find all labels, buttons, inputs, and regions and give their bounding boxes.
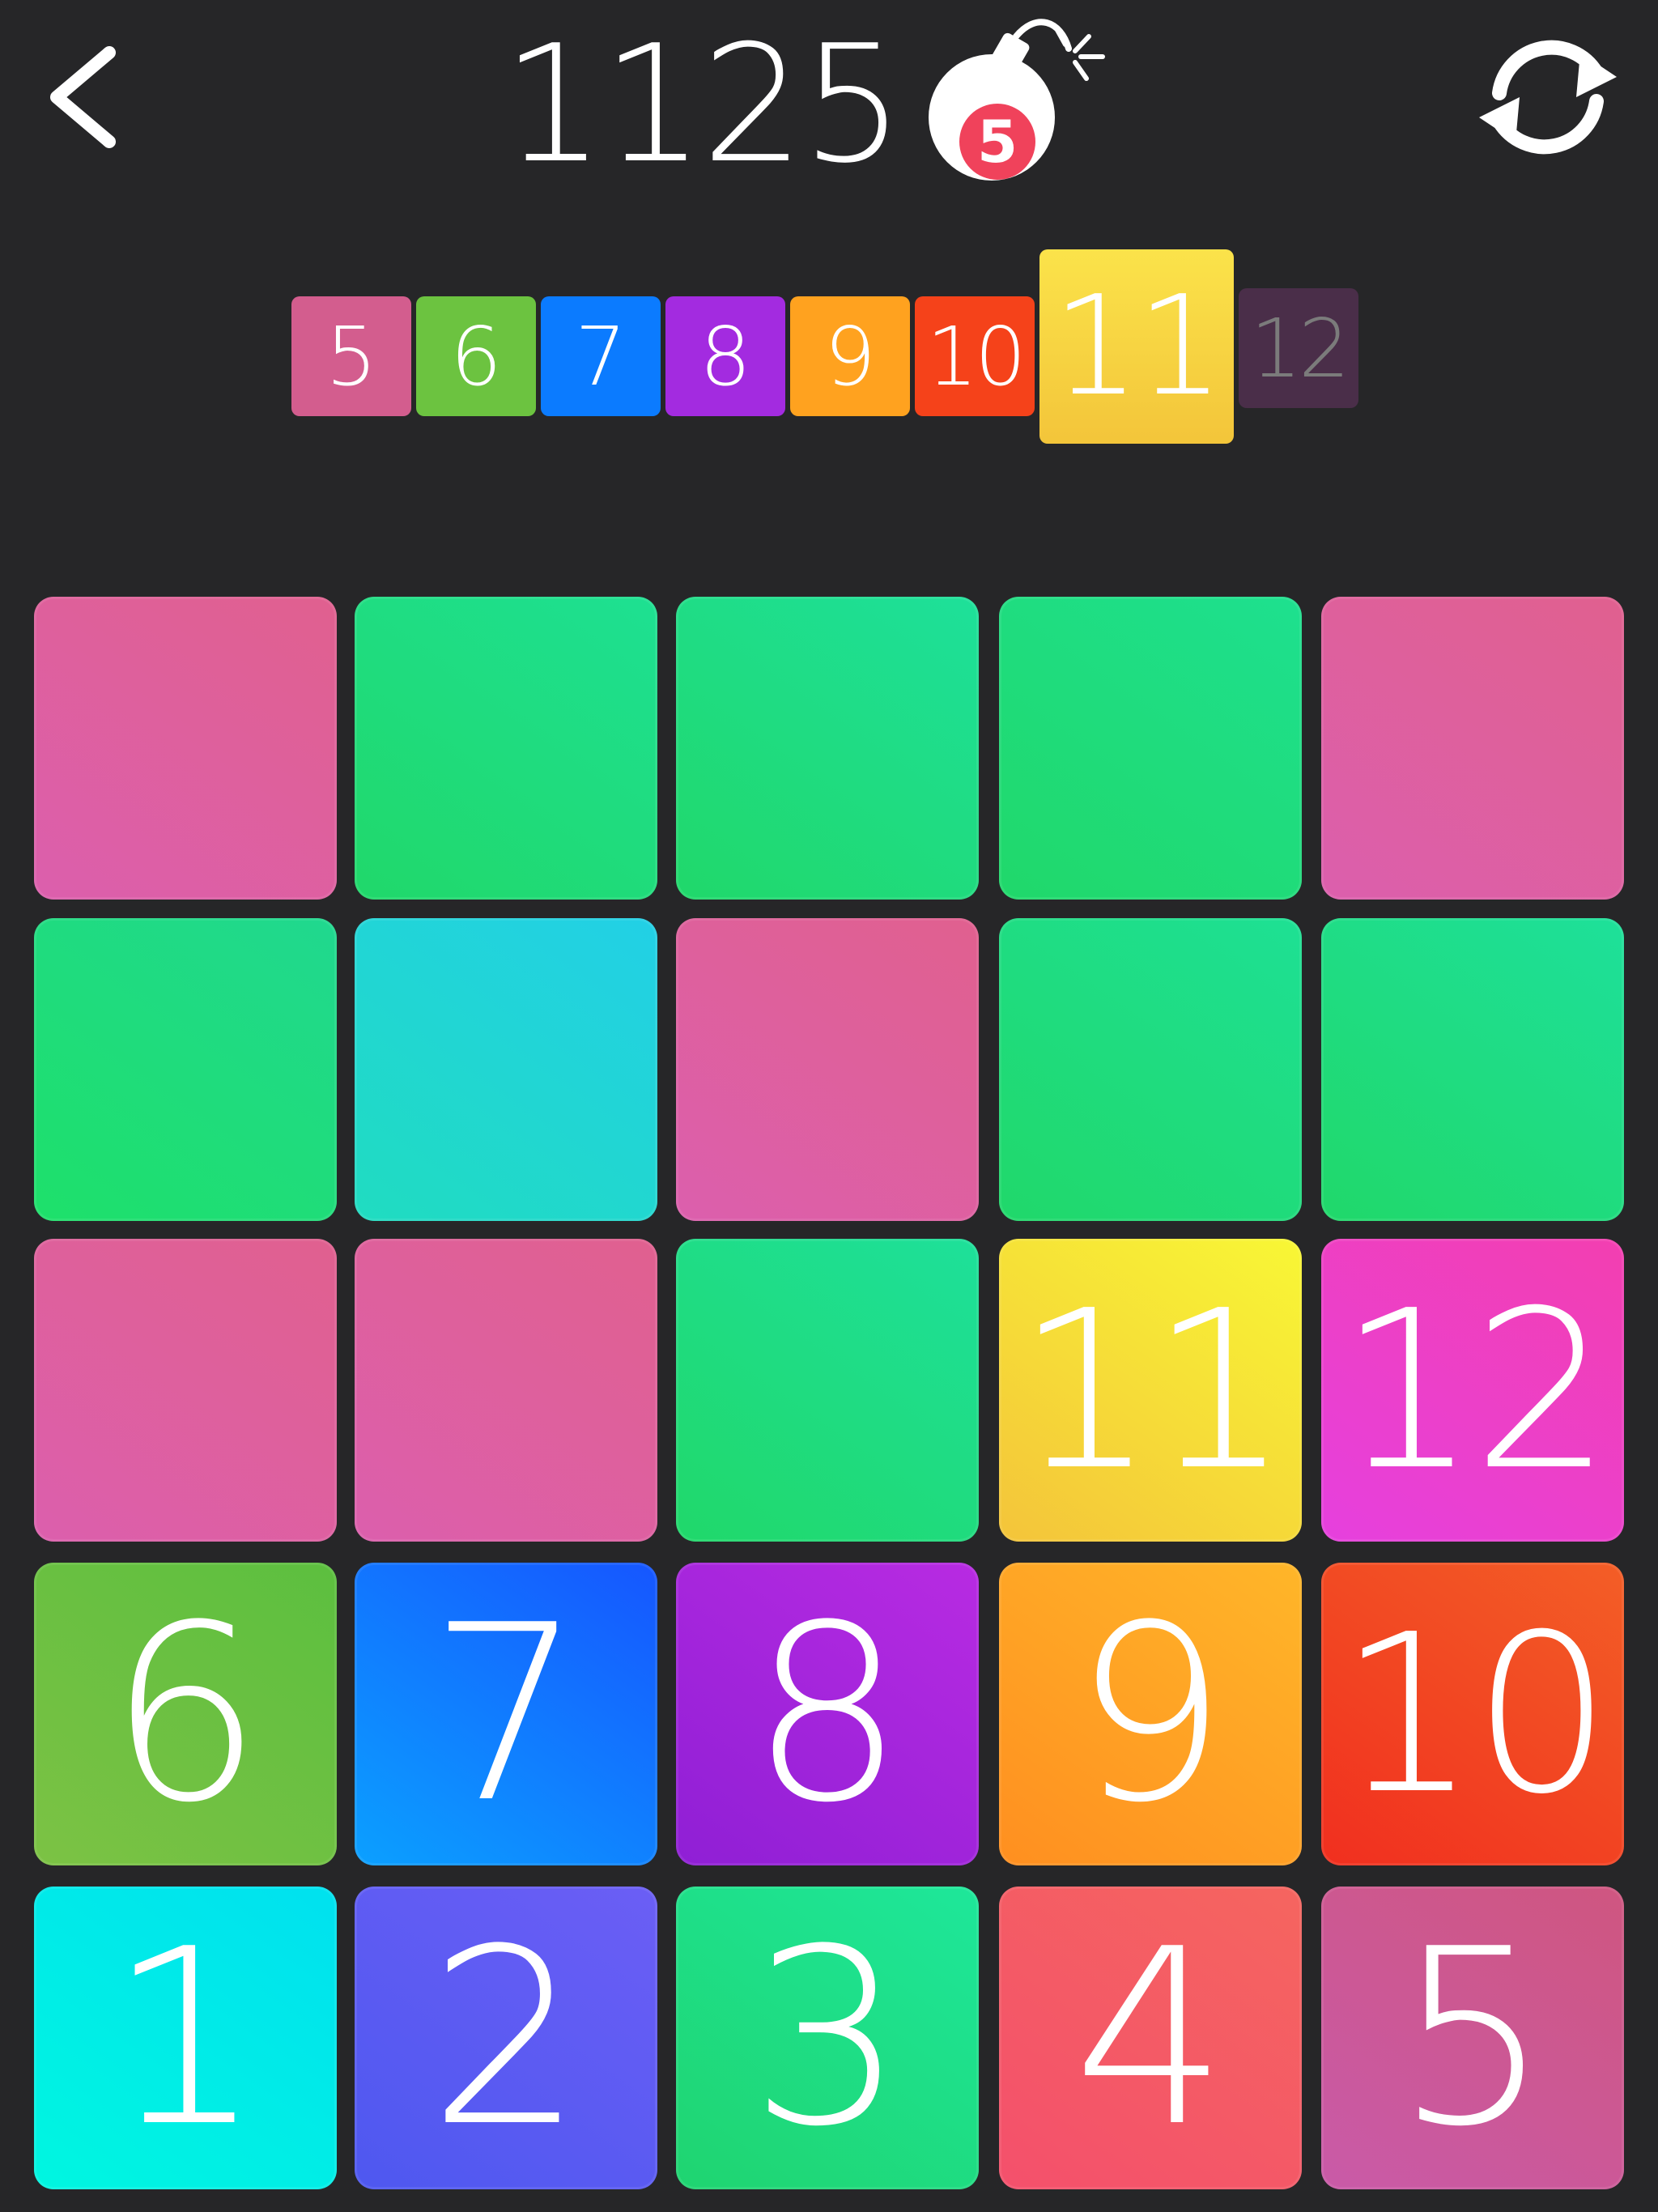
tile-empty[interactable]	[34, 1239, 337, 1542]
progress-tile-6: 6	[416, 296, 536, 416]
tile-7[interactable]: 7	[355, 1563, 657, 1865]
tile-empty[interactable]	[355, 918, 657, 1221]
tile-5[interactable]: 5	[1321, 1887, 1624, 2189]
progress-tile-11: 11	[1039, 249, 1234, 444]
tile-2[interactable]: 2	[355, 1887, 657, 2189]
progress-tile-8: 8	[665, 296, 785, 416]
tile-11[interactable]: 11	[999, 1239, 1302, 1542]
tile-4[interactable]: 4	[999, 1887, 1302, 2189]
progress-tile-12: 12	[1239, 288, 1358, 408]
tile-empty[interactable]	[999, 597, 1302, 900]
progress-tile-9: 9	[790, 296, 910, 416]
restart-icon	[1479, 40, 1617, 155]
tile-empty[interactable]	[999, 918, 1302, 1221]
tile-empty[interactable]	[34, 918, 337, 1221]
progress-tile-5: 5	[291, 296, 411, 416]
tile-6[interactable]: 6	[34, 1563, 337, 1865]
chevron-left-icon	[50, 46, 116, 148]
tile-empty[interactable]	[676, 597, 979, 900]
score: 1125	[502, 11, 904, 199]
tile-1[interactable]: 1	[34, 1887, 337, 2189]
tile-empty[interactable]	[355, 1239, 657, 1542]
tile-8[interactable]: 8	[676, 1563, 979, 1865]
tile-3[interactable]: 3	[676, 1887, 979, 2189]
tile-empty[interactable]	[355, 597, 657, 900]
tile-empty[interactable]	[34, 597, 337, 900]
progress-tile-7: 7	[541, 296, 661, 416]
tile-empty[interactable]	[1321, 597, 1624, 900]
tile-empty[interactable]	[676, 1239, 979, 1542]
bomb-count-badge: 5	[959, 104, 1035, 180]
restart-button[interactable]	[1467, 16, 1629, 178]
progress-tile-10: 10	[915, 296, 1035, 416]
tile-9[interactable]: 9	[999, 1563, 1302, 1865]
tile-12[interactable]: 12	[1321, 1239, 1624, 1542]
tile-empty[interactable]	[676, 918, 979, 1221]
tile-empty[interactable]	[1321, 918, 1624, 1221]
tile-10[interactable]: 10	[1321, 1563, 1624, 1865]
back-button[interactable]	[8, 16, 170, 178]
